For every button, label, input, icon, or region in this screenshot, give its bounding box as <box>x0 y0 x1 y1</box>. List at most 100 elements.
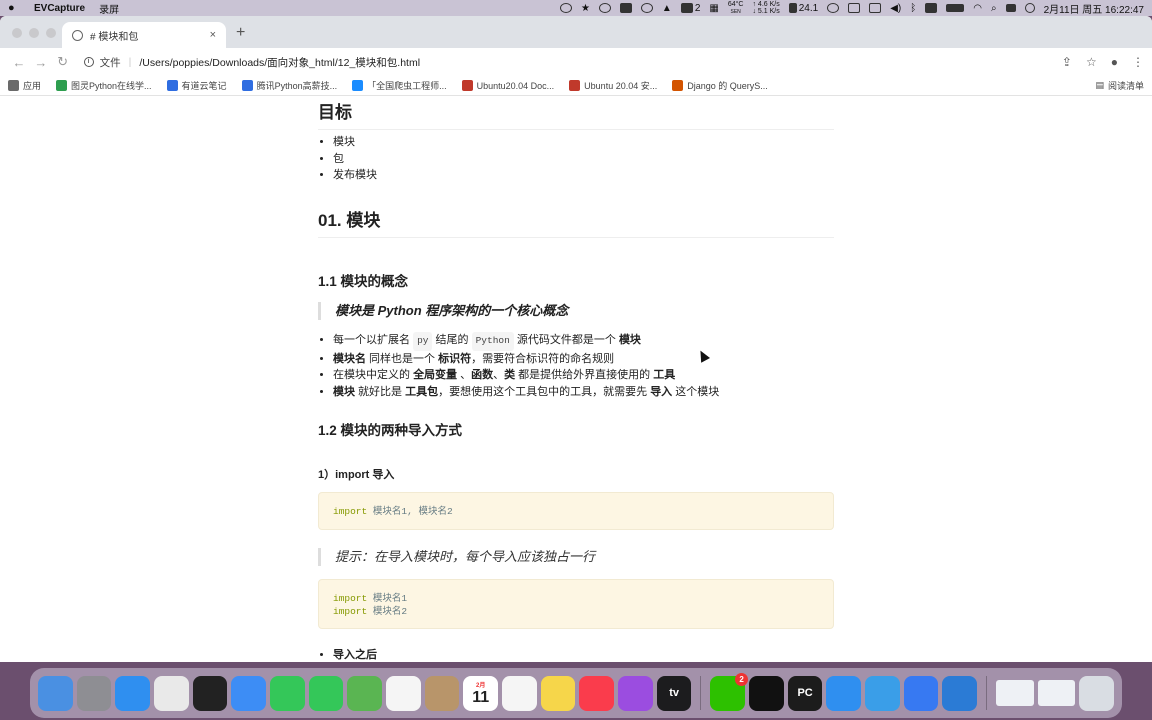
dock-chrome-icon[interactable] <box>154 675 189 711</box>
url-text[interactable]: /Users/poppies/Downloads/面向对象_html/12_模块… <box>139 55 420 70</box>
close-window-button[interactable] <box>12 28 22 38</box>
list-item: 包 <box>333 151 377 168</box>
dock-tv-icon[interactable]: tv <box>656 675 692 711</box>
dock-window-thumbnail-icon[interactable] <box>996 680 1034 706</box>
dock-window-thumbnail-icon[interactable] <box>1037 680 1076 706</box>
address-bar[interactable]: i 文件 | /Users/poppies/Downloads/面向对象_htm… <box>78 51 1062 73</box>
list-item: 导入之后 <box>333 647 377 662</box>
dock-reminders-icon[interactable] <box>502 675 537 711</box>
bookmark-favicon-icon <box>8 80 19 91</box>
dock-photos-icon[interactable] <box>386 675 421 711</box>
shortcut-icon[interactable] <box>925 3 938 13</box>
network-speed-readout[interactable]: ↑ 4.6 K/s ↓ 5.1 K/s <box>752 1 779 15</box>
wechat-status-icon[interactable]: 2 <box>680 3 700 14</box>
app-status-icon[interactable] <box>598 3 611 13</box>
bookmark-item[interactable]: Ubuntu20.04 Doc... <box>461 80 554 91</box>
bookmark-item[interactable]: Django 的 QueryS... <box>672 79 768 92</box>
list-item: 模块 <box>333 134 377 151</box>
heading-import: 1）import 导入 <box>318 469 395 481</box>
wifi-icon[interactable]: ◠ <box>973 3 982 14</box>
dock-notes-icon[interactable] <box>540 675 576 711</box>
dock-podcasts-icon[interactable] <box>618 675 653 711</box>
dock-trash-icon[interactable] <box>1079 675 1115 711</box>
grid-icon[interactable]: ▦ <box>709 3 718 14</box>
dock-contacts-icon[interactable] <box>424 675 460 711</box>
battery-monitor-icon[interactable]: 24.1 <box>788 3 818 14</box>
volume-icon[interactable]: ◀) <box>890 3 901 14</box>
dock-qq-icon[interactable] <box>749 675 784 711</box>
minimize-window-button[interactable] <box>29 28 39 38</box>
browser-toolbar: ← → ↻ i 文件 | /Users/poppies/Downloads/面向… <box>0 48 1152 76</box>
dock-baidu-netdisk-icon[interactable] <box>903 675 939 711</box>
battery-icon[interactable] <box>946 4 965 12</box>
dock-evcapture-icon[interactable] <box>865 675 900 711</box>
bookmark-item[interactable]: 图灵Python在线学... <box>56 79 152 92</box>
creative-cloud-icon[interactable] <box>559 3 572 13</box>
code-block: import 模块名1, 模块名2 <box>318 492 834 530</box>
menu-item-record[interactable]: 录屏 <box>99 1 119 16</box>
dock-music-icon[interactable] <box>579 675 615 711</box>
bookmark-item[interactable]: Ubuntu 20.04 安... <box>569 79 657 92</box>
bookmark-item[interactable]: 应用 <box>8 79 41 92</box>
info-icon[interactable]: i <box>83 57 94 67</box>
bookmark-item[interactable]: 有道云笔记 <box>166 79 227 92</box>
tab-close-icon[interactable]: × <box>210 29 216 41</box>
reading-list-icon: ▤ <box>1095 80 1104 90</box>
share-icon[interactable]: ⇪ <box>1062 55 1072 69</box>
dock-messages-icon[interactable] <box>308 675 344 711</box>
reading-list-button[interactable]: ▤ 阅读清单 <box>1095 79 1144 92</box>
forward-arrow-icon[interactable]: → <box>30 55 52 70</box>
dock-calendar-icon[interactable]: 2月 11 <box>463 675 499 711</box>
control-center-icon[interactable] <box>1005 4 1016 12</box>
bookmark-favicon-icon <box>241 80 253 91</box>
dock-wechat-icon[interactable]: 2 <box>710 672 749 711</box>
list-item: 在模块中定义的 全局变量 、函数、类 都是提供给外界直接使用的 工具 <box>333 367 719 384</box>
quote-tip: 提示：在导入模块时，每个导入应该独占一行 <box>318 548 834 566</box>
list-item: 模块 就好比是 工具包，要想使用这个工具包中的工具，就需要先 导入 这个模块 <box>333 384 719 401</box>
bell-icon[interactable]: ▲ <box>662 3 672 14</box>
bookmark-item[interactable]: 「全国爬虫工程师... <box>352 79 447 92</box>
dock-safari-icon[interactable] <box>115 675 151 711</box>
siri-icon[interactable] <box>1024 3 1035 13</box>
bookmark-star-icon[interactable]: ☆ <box>1086 55 1097 69</box>
bluetooth-icon[interactable]: ᛒ <box>910 3 916 14</box>
star-icon[interactable]: ★ <box>581 3 590 14</box>
dock-pycharm-icon[interactable]: PC <box>787 675 823 711</box>
dock-launchpad-icon[interactable] <box>76 675 112 711</box>
maximize-window-button[interactable] <box>46 28 56 38</box>
list-item: 每一个以扩展名 py 结尾的 Python 源代码文件都是一个 模块 <box>333 332 719 351</box>
new-tab-button[interactable]: + <box>236 24 245 42</box>
tab-active[interactable]: # 模块和包 × <box>62 22 226 48</box>
display-icon[interactable] <box>869 3 882 13</box>
tab-strip: # 模块和包 × + <box>0 16 1152 48</box>
temperature-readout[interactable]: 64°C SEN <box>728 1 744 16</box>
page-content: 目标 模块 包 发布模块 01. 模块 1.1 模块的概念 模块是 Python… <box>0 96 1152 662</box>
heading-import-methods: 1.2 模块的两种导入方式 <box>318 423 463 438</box>
bookmark-favicon-icon <box>461 80 473 91</box>
dock-mail-icon[interactable] <box>231 675 267 711</box>
dock-maps-icon[interactable] <box>347 675 383 711</box>
app-name-menu[interactable]: EVCapture <box>34 3 85 14</box>
inline-code: py <box>413 332 433 351</box>
chat-status-icon[interactable] <box>640 3 653 13</box>
bookmark-favicon-icon <box>569 80 581 91</box>
bookmark-item[interactable]: 腾讯Python高薪技... <box>241 79 337 92</box>
apple-icon[interactable]: ● <box>8 2 20 14</box>
notification-badge: 2 <box>735 672 749 686</box>
dock-finder-icon[interactable] <box>38 675 73 711</box>
more-menu-icon[interactable]: ⋮ <box>1132 55 1144 69</box>
search-icon[interactable]: ⌕ <box>991 3 997 14</box>
sync-icon[interactable] <box>827 3 840 13</box>
dock-quickq-icon[interactable] <box>826 675 862 711</box>
back-arrow-icon[interactable]: ← <box>8 55 30 70</box>
profile-icon[interactable]: ● <box>1111 55 1118 69</box>
dock-terminal-icon[interactable] <box>192 675 228 711</box>
dock-vscode-icon[interactable] <box>942 675 978 711</box>
window-icon[interactable] <box>848 3 861 13</box>
dock-facetime-icon[interactable] <box>270 675 305 711</box>
reload-icon[interactable]: ↻ <box>52 54 74 70</box>
browser-window: # 模块和包 × + ← → ↻ i 文件 | /Users/poppies/D… <box>0 16 1152 662</box>
datetime[interactable]: 2月11日 周五 16:22:47 <box>1044 1 1144 16</box>
dock-divider <box>986 676 988 710</box>
screen-icon[interactable] <box>619 3 632 13</box>
